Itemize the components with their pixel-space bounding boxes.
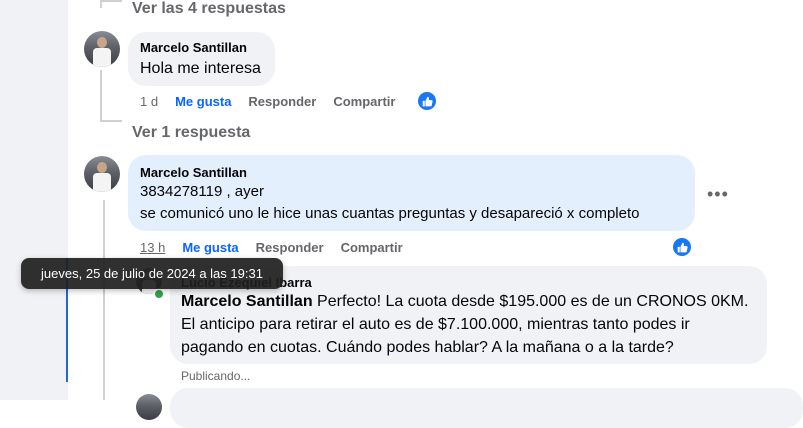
reply-button[interactable]: Responder xyxy=(248,94,316,109)
view-4-replies-link[interactable]: Ver las 4 respuestas xyxy=(132,0,286,18)
like-reaction-icon[interactable] xyxy=(418,92,436,110)
view-1-reply-link[interactable]: Ver 1 respuesta xyxy=(132,124,250,142)
avatar[interactable] xyxy=(84,31,120,67)
next-reply-bubble xyxy=(170,388,803,428)
publishing-status: Publicando... xyxy=(181,369,251,383)
comment-actions: 1 d Me gusta Responder Compartir xyxy=(140,94,412,109)
tooltip-text: jueves, 25 de julio de 2024 a las 19:31 xyxy=(41,266,263,281)
comment-timestamp[interactable]: 13 h xyxy=(140,240,165,255)
online-status-icon xyxy=(153,288,165,300)
thread-line xyxy=(100,120,122,122)
comment-bubble: Marcelo Santillan Hola me interesa xyxy=(128,32,275,86)
like-button[interactable]: Me gusta xyxy=(175,94,231,109)
thread-line xyxy=(100,70,102,122)
comment-text-line: 3834278119 , ayer xyxy=(140,183,264,200)
comment-author[interactable]: Marcelo Santillan xyxy=(140,165,247,180)
comment-bubble-highlighted: Marcelo Santillan 3834278119 , ayer se c… xyxy=(128,155,695,231)
mention-link[interactable]: Marcelo Santillan xyxy=(181,293,313,310)
reply-text-line: El anticipo para retirar el auto es de $… xyxy=(181,316,690,333)
more-options-button[interactable]: ••• xyxy=(707,184,729,205)
like-reaction-icon[interactable] xyxy=(673,238,691,256)
thread-line xyxy=(103,200,105,400)
comment-text: Hola me interesa xyxy=(140,60,261,77)
comment-timestamp[interactable]: 1 d xyxy=(140,94,158,109)
like-button[interactable]: Me gusta xyxy=(182,240,238,255)
share-button[interactable]: Compartir xyxy=(341,240,403,255)
comment-actions: 13 h Me gusta Responder Compartir xyxy=(140,240,420,255)
thread-line xyxy=(100,0,122,2)
reply-text: Perfecto! La cuota desde $195.000 es de … xyxy=(317,293,749,310)
avatar[interactable] xyxy=(84,156,120,192)
timestamp-tooltip: jueves, 25 de julio de 2024 a las 19:31 xyxy=(21,258,283,289)
reply-text-line: pagando en cuotas. Cuándo podes hablar? … xyxy=(181,339,674,356)
comment-text-line: se comunicó uno le hice unas cuantas pre… xyxy=(140,205,640,222)
share-button[interactable]: Compartir xyxy=(333,94,395,109)
comment-author[interactable]: Marcelo Santillan xyxy=(140,40,247,55)
left-gutter xyxy=(0,0,68,400)
avatar[interactable] xyxy=(136,394,162,420)
reply-button[interactable]: Responder xyxy=(256,240,324,255)
reply-text-line: Marcelo Santillan Perfecto! La cuota des… xyxy=(181,291,748,313)
